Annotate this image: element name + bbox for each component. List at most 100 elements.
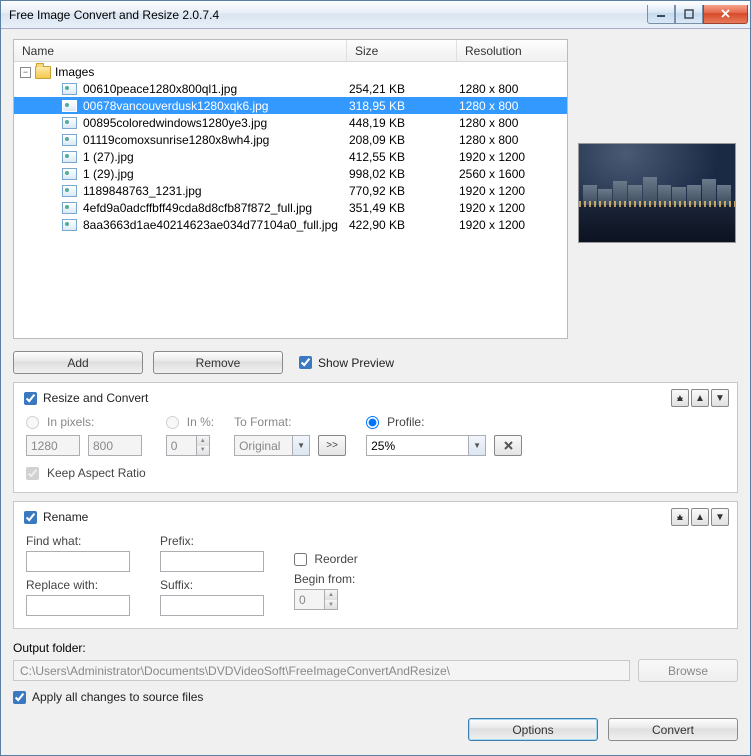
file-name: 00895coloredwindows1280ye3.jpg (81, 115, 347, 131)
file-name: 1 (27).jpg (81, 149, 347, 165)
chevron-up-icon[interactable]: ▲ (197, 436, 209, 446)
section-up-button[interactable]: ▲ (691, 389, 709, 407)
percent-spinner[interactable]: ▲▼ (166, 435, 210, 456)
show-preview-input[interactable] (299, 356, 312, 369)
resize-checkbox[interactable]: Resize and Convert (24, 391, 148, 405)
image-file-icon (62, 185, 77, 197)
file-size: 208,09 KB (347, 132, 457, 148)
table-row[interactable]: 4efd9a0adcffbff49cda8d8cfb87f872_full.jp… (14, 199, 567, 216)
section-top-button[interactable]: ▲▔ (671, 508, 689, 526)
options-button[interactable]: Options (468, 718, 598, 741)
height-input[interactable] (88, 435, 142, 456)
table-row[interactable]: 00678vancouverdusk1280xqk6.jpg318,95 KB1… (14, 97, 567, 114)
folder-label: Images (55, 65, 94, 79)
in-pixels-radio[interactable]: In pixels: (26, 415, 146, 429)
file-size: 318,95 KB (347, 98, 457, 114)
minimize-button[interactable] (647, 5, 675, 24)
replace-with-label: Replace with: (26, 578, 130, 592)
file-size: 412,55 KB (347, 149, 457, 165)
file-size: 998,02 KB (347, 166, 457, 182)
col-name[interactable]: Name (14, 40, 347, 61)
suffix-label: Suffix: (160, 578, 264, 592)
remove-button[interactable]: Remove (153, 351, 283, 374)
file-resolution: 1920 x 1200 (457, 183, 567, 199)
col-size[interactable]: Size (347, 40, 457, 61)
profile-delete-button[interactable] (494, 435, 522, 456)
window-title: Free Image Convert and Resize 2.0.7.4 (9, 8, 647, 22)
chevron-down-icon[interactable]: ▼ (197, 446, 209, 456)
col-resolution[interactable]: Resolution (457, 40, 567, 61)
folder-row[interactable]: − Images (14, 64, 567, 80)
output-folder-input[interactable] (13, 660, 630, 681)
chevron-down-icon: ▼ (468, 436, 485, 455)
image-file-icon (62, 168, 77, 180)
table-row[interactable]: 1189848763_1231.jpg770,92 KB1920 x 1200 (14, 182, 567, 199)
file-resolution: 1280 x 800 (457, 98, 567, 114)
column-headers[interactable]: Name Size Resolution (14, 40, 567, 62)
in-percent-radio[interactable]: In %: (166, 415, 214, 429)
chevron-up-icon[interactable]: ▲ (325, 590, 337, 600)
close-button[interactable] (703, 5, 748, 24)
browse-button[interactable]: Browse (638, 659, 738, 682)
chevron-down-icon: ▼ (292, 436, 309, 455)
image-file-icon (62, 83, 77, 95)
titlebar[interactable]: Free Image Convert and Resize 2.0.7.4 (1, 1, 750, 29)
table-row[interactable]: 1 (29).jpg998,02 KB2560 x 1600 (14, 165, 567, 182)
width-input[interactable] (26, 435, 80, 456)
profile-radio[interactable]: Profile: (366, 415, 522, 429)
file-name: 00610peace1280x800ql1.jpg (81, 81, 347, 97)
format-combo[interactable]: Original▼ (234, 435, 310, 456)
file-name: 01119comoxsunrise1280x8wh4.jpg (81, 132, 347, 148)
begin-from-label: Begin from: (294, 572, 358, 586)
table-row[interactable]: 8aa3663d1ae40214623ae034d77104a0_full.jp… (14, 216, 567, 233)
file-name: 4efd9a0adcffbff49cda8d8cfb87f872_full.jp… (81, 200, 347, 216)
section-down-button[interactable]: ▼ (711, 508, 729, 526)
preview-image (578, 143, 736, 243)
file-resolution: 1280 x 800 (457, 132, 567, 148)
file-size: 254,21 KB (347, 81, 457, 97)
find-what-label: Find what: (26, 534, 130, 548)
file-size: 448,19 KB (347, 115, 457, 131)
file-resolution: 1920 x 1200 (457, 200, 567, 216)
format-more-button[interactable]: >> (318, 435, 346, 456)
profile-combo[interactable]: 25%▼ (366, 435, 486, 456)
image-file-icon (62, 117, 77, 129)
prefix-input[interactable] (160, 551, 264, 572)
file-resolution: 1920 x 1200 (457, 149, 567, 165)
add-button[interactable]: Add (13, 351, 143, 374)
apply-all-checkbox[interactable]: Apply all changes to source files (13, 690, 738, 704)
section-down-button[interactable]: ▼ (711, 389, 729, 407)
image-file-icon (62, 151, 77, 163)
file-list-panel: Name Size Resolution − Images 00610peace… (13, 39, 568, 339)
collapse-icon[interactable]: − (20, 67, 31, 78)
table-row[interactable]: 1 (27).jpg412,55 KB1920 x 1200 (14, 148, 567, 165)
table-row[interactable]: 01119comoxsunrise1280x8wh4.jpg208,09 KB1… (14, 131, 567, 148)
chevron-down-icon[interactable]: ▼ (325, 600, 337, 610)
file-name: 8aa3663d1ae40214623ae034d77104a0_full.jp… (81, 217, 347, 233)
section-up-button[interactable]: ▲ (691, 508, 709, 526)
rename-section: Rename ▲▔ ▲ ▼ Find what: Replace with: P… (13, 501, 738, 629)
file-size: 422,90 KB (347, 217, 457, 233)
file-name: 1189848763_1231.jpg (81, 183, 347, 199)
file-resolution: 1920 x 1200 (457, 217, 567, 233)
image-file-icon (62, 219, 77, 231)
file-tree[interactable]: − Images 00610peace1280x800ql1.jpg254,21… (14, 62, 567, 338)
table-row[interactable]: 00610peace1280x800ql1.jpg254,21 KB1280 x… (14, 80, 567, 97)
rename-checkbox[interactable]: Rename (24, 510, 88, 524)
show-preview-checkbox[interactable]: Show Preview (299, 356, 394, 370)
file-name: 1 (29).jpg (81, 166, 347, 182)
maximize-button[interactable] (675, 5, 703, 24)
section-top-button[interactable]: ▲▔ (671, 389, 689, 407)
find-what-input[interactable] (26, 551, 130, 572)
suffix-input[interactable] (160, 595, 264, 616)
table-row[interactable]: 00895coloredwindows1280ye3.jpg448,19 KB1… (14, 114, 567, 131)
replace-with-input[interactable] (26, 595, 130, 616)
prefix-label: Prefix: (160, 534, 264, 548)
image-file-icon (62, 100, 77, 112)
reorder-checkbox[interactable]: Reorder (294, 552, 358, 566)
convert-button[interactable]: Convert (608, 718, 738, 741)
keep-aspect-checkbox[interactable]: Keep Aspect Ratio (26, 466, 146, 480)
begin-from-spinner[interactable]: ▲▼ (294, 589, 338, 610)
image-file-icon (62, 202, 77, 214)
file-size: 351,49 KB (347, 200, 457, 216)
